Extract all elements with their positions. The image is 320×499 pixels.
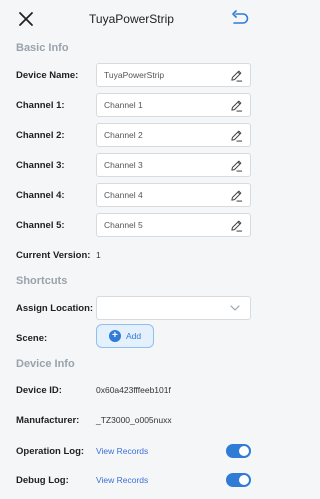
channel-2-value: Channel 2 bbox=[104, 130, 143, 140]
channel-2-row: Channel 2: Channel 2 bbox=[16, 123, 251, 147]
device-name-field[interactable]: TuyaPowerStrip bbox=[96, 63, 251, 87]
page-title: TuyaPowerStrip bbox=[89, 12, 174, 26]
channel-1-value: Channel 1 bbox=[104, 100, 143, 110]
pencil-icon[interactable] bbox=[230, 159, 243, 172]
manufacturer-label: Manufacturer: bbox=[16, 414, 80, 426]
add-scene-button[interactable]: + Add bbox=[96, 324, 154, 348]
channel-3-row: Channel 3: Channel 3 bbox=[16, 153, 251, 177]
channel-1-row: Channel 1: Channel 1 bbox=[16, 93, 251, 117]
toggle-knob bbox=[239, 446, 249, 456]
channel-5-field[interactable]: Channel 5 bbox=[96, 213, 251, 237]
channel-3-value: Channel 3 bbox=[104, 160, 143, 170]
device-id-row: Device ID: 0x60a423fffeeb101f bbox=[16, 378, 251, 402]
device-id-value: 0x60a423fffeeb101f bbox=[96, 385, 171, 395]
plus-icon: + bbox=[108, 330, 121, 342]
channel-5-row: Channel 5: Channel 5 bbox=[16, 213, 251, 237]
chevron-down-icon bbox=[230, 305, 240, 311]
debug-log-row: Debug Log: View Records bbox=[16, 468, 251, 492]
channel-1-label: Channel 1: bbox=[16, 99, 65, 111]
channel-2-label: Channel 2: bbox=[16, 129, 65, 141]
scene-label: Scene: bbox=[16, 332, 48, 344]
shortcuts-heading: Shortcuts bbox=[16, 275, 68, 287]
debug-log-view-records-link[interactable]: View Records bbox=[96, 475, 148, 485]
channel-4-row: Channel 4: Channel 4 bbox=[16, 183, 251, 207]
channel-1-field[interactable]: Channel 1 bbox=[96, 93, 251, 117]
device-name-value: TuyaPowerStrip bbox=[104, 70, 165, 80]
debug-log-label: Debug Log: bbox=[16, 474, 69, 486]
pencil-icon[interactable] bbox=[230, 219, 243, 232]
channel-3-label: Channel 3: bbox=[16, 159, 65, 171]
assign-location-row: Assign Location: bbox=[16, 296, 251, 320]
operation-log-toggle[interactable] bbox=[226, 444, 251, 458]
pencil-icon[interactable] bbox=[230, 189, 243, 202]
device-name-label: Device Name: bbox=[16, 69, 79, 81]
current-version-label: Current Version: bbox=[16, 249, 91, 261]
device-name-row: Device Name: TuyaPowerStrip bbox=[16, 63, 251, 87]
channel-2-field[interactable]: Channel 2 bbox=[96, 123, 251, 147]
pencil-icon[interactable] bbox=[230, 69, 243, 82]
device-id-label: Device ID: bbox=[16, 384, 62, 396]
debug-log-toggle[interactable] bbox=[226, 473, 251, 487]
basic-info-heading: Basic Info bbox=[16, 42, 69, 54]
manufacturer-row: Manufacturer: _TZ3000_o005nuxx bbox=[16, 408, 251, 432]
add-scene-label: Add bbox=[125, 331, 142, 341]
pencil-icon[interactable] bbox=[230, 99, 243, 112]
toggle-knob bbox=[239, 475, 249, 485]
channel-5-label: Channel 5: bbox=[16, 219, 65, 231]
device-info-heading: Device Info bbox=[16, 358, 75, 370]
close-icon[interactable] bbox=[18, 11, 34, 27]
channel-4-field[interactable]: Channel 4 bbox=[96, 183, 251, 207]
pencil-icon[interactable] bbox=[230, 129, 243, 142]
manufacturer-value: _TZ3000_o005nuxx bbox=[96, 415, 172, 425]
current-version-value: 1 bbox=[96, 250, 101, 260]
assign-location-select[interactable] bbox=[96, 296, 251, 320]
undo-icon[interactable] bbox=[231, 10, 249, 28]
channel-4-value: Channel 4 bbox=[104, 190, 143, 200]
scene-row: Scene: + Add bbox=[16, 324, 251, 350]
header: TuyaPowerStrip bbox=[0, 0, 263, 38]
channel-4-label: Channel 4: bbox=[16, 189, 65, 201]
assign-location-label: Assign Location: bbox=[16, 302, 94, 314]
operation-log-row: Operation Log: View Records bbox=[16, 439, 251, 463]
channel-5-value: Channel 5 bbox=[104, 220, 143, 230]
current-version-row: Current Version: 1 bbox=[16, 243, 251, 267]
channel-3-field[interactable]: Channel 3 bbox=[96, 153, 251, 177]
operation-log-label: Operation Log: bbox=[16, 445, 85, 457]
operation-log-view-records-link[interactable]: View Records bbox=[96, 446, 148, 456]
